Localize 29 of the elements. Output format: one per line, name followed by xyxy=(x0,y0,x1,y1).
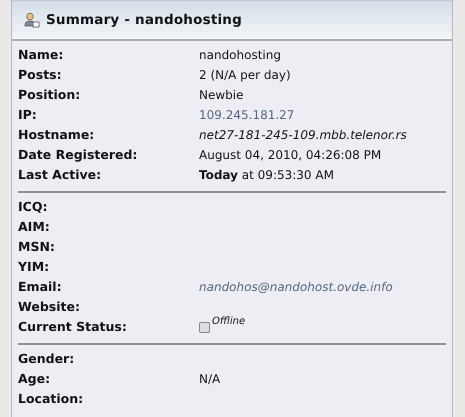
field-label: IP: xyxy=(18,106,38,124)
field-label: Name: xyxy=(18,46,64,64)
email-link[interactable]: nandohos@nandohost.ovde.info xyxy=(199,277,393,297)
field-label: Hostname: xyxy=(18,126,96,144)
hostname-value: net27-181-245-109.mbb.telenor.rs xyxy=(199,127,407,144)
field-value: Today at 09:53:30 AM xyxy=(199,167,334,184)
panel-title: Summary - nandohosting xyxy=(46,10,242,30)
field-label: Gender: xyxy=(18,350,76,368)
status-text: Offline xyxy=(212,317,246,327)
field-label: Location: xyxy=(18,390,84,408)
field-label: Posts: xyxy=(18,66,63,84)
field-label: AIM: xyxy=(18,218,51,236)
field-value: N/A xyxy=(199,371,220,388)
ip-link[interactable]: 109.245.181.27 xyxy=(199,105,294,125)
field-label: Current Status: xyxy=(18,318,128,336)
field-value: 2 (N/A per day) xyxy=(199,67,291,84)
field-value: Newbie xyxy=(199,87,244,104)
field-value: nandohosting xyxy=(199,47,281,64)
field-label: Email: xyxy=(18,278,63,296)
field-label: Last Active: xyxy=(18,166,102,184)
field-label: ICQ: xyxy=(18,198,48,216)
field-label: Date Registered: xyxy=(18,146,138,164)
user-icon xyxy=(24,12,40,28)
field-value: August 04, 2010, 04:26:08 PM xyxy=(199,147,382,164)
field-label: Website: xyxy=(18,298,81,316)
field-label: Age: xyxy=(18,370,52,388)
field-label: YIM: xyxy=(18,258,50,276)
field-label: Position: xyxy=(18,86,82,104)
field-label: MSN: xyxy=(18,238,56,256)
